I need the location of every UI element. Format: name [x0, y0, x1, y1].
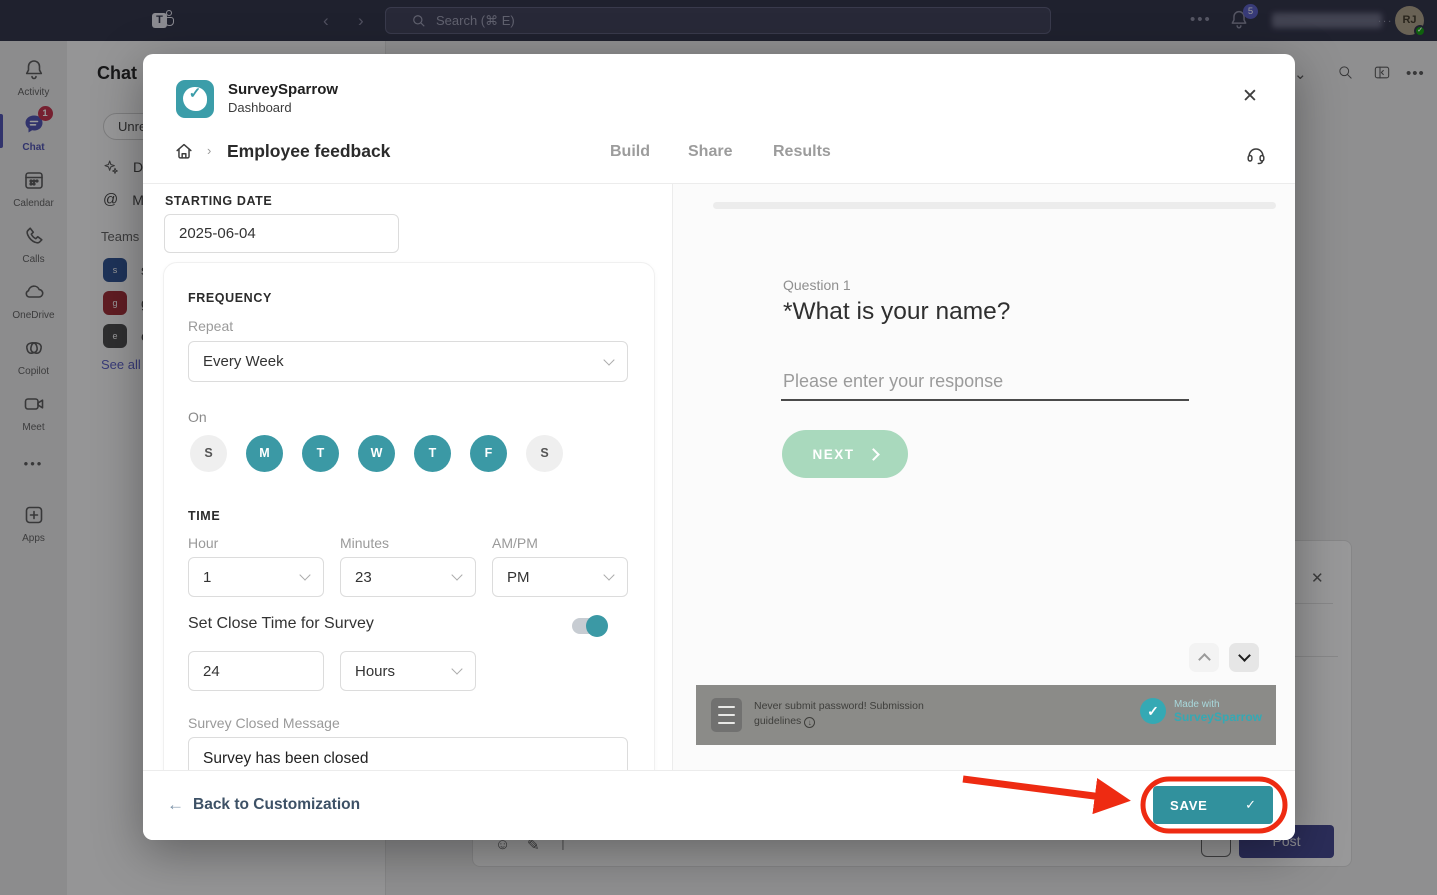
save-button[interactable]: SAVE ✓: [1153, 786, 1273, 824]
prev-question-button[interactable]: [1189, 643, 1219, 672]
made-with-branding[interactable]: ✓ Made with SurveySparrow: [1140, 698, 1262, 724]
chevron-down-icon: [603, 569, 614, 580]
duration-unit-select[interactable]: Hours: [340, 651, 476, 691]
day-thursday[interactable]: T: [414, 435, 451, 472]
back-to-customization-link[interactable]: ← Back to Customization: [167, 795, 360, 815]
chevron-up-icon: [1198, 653, 1211, 666]
question-text: *What is your name?: [783, 298, 1010, 326]
breadcrumb-chevron-icon: ›: [207, 143, 211, 158]
surveysparrow-bird-icon: ✓: [1140, 698, 1166, 724]
day-saturday[interactable]: S: [526, 435, 563, 472]
ampm-label: AM/PM: [492, 535, 538, 551]
chevron-down-icon: [299, 569, 310, 580]
surveysparrow-modal: ✓ SurveySparrow Dashboard ✕ › Employee f…: [143, 54, 1295, 840]
repeat-select[interactable]: Every Week: [188, 341, 628, 382]
info-icon: ↓: [804, 717, 815, 728]
chevron-down-icon: [451, 663, 462, 674]
time-label: TIME: [188, 509, 220, 523]
frequency-label: FREQUENCY: [188, 291, 272, 305]
home-icon[interactable]: [173, 140, 195, 162]
tab-build[interactable]: Build: [610, 143, 650, 161]
chevron-down-icon: [1238, 649, 1251, 662]
minutes-select[interactable]: 23: [340, 557, 476, 597]
day-wednesday[interactable]: W: [358, 435, 395, 472]
frequency-card: FREQUENCY Repeat Every Week On S M T W T…: [163, 262, 655, 770]
hour-select[interactable]: 1: [188, 557, 324, 597]
starting-date-input[interactable]: 2025-06-04: [164, 214, 399, 253]
duration-input[interactable]: 24: [188, 651, 324, 691]
surveysparrow-logo-icon: ✓: [176, 80, 214, 118]
tab-results[interactable]: Results: [773, 143, 831, 161]
survey-progress-bar: [713, 202, 1276, 209]
response-underline: [781, 399, 1189, 401]
app-name: SurveySparrow: [228, 81, 338, 98]
on-label: On: [188, 409, 207, 425]
support-headset-icon[interactable]: [1245, 144, 1267, 166]
question-number: Question 1: [783, 277, 851, 293]
starting-date-label: STARTING DATE: [165, 194, 272, 208]
check-icon: ✓: [1245, 797, 1256, 813]
hour-label: Hour: [188, 535, 218, 551]
day-sunday[interactable]: S: [190, 435, 227, 472]
schedule-settings-panel: STARTING DATE 2025-06-04 FREQUENCY Repea…: [143, 184, 672, 770]
ampm-select[interactable]: PM: [492, 557, 628, 597]
next-question-button[interactable]: [1229, 643, 1259, 672]
preview-footer-banner: Never submit password! Submission guidel…: [696, 685, 1276, 745]
arrow-left-icon: ←: [167, 795, 184, 815]
chevron-right-icon: [867, 448, 880, 461]
survey-preview-panel: Question 1 *What is your name? Please en…: [672, 184, 1295, 770]
day-friday[interactable]: F: [470, 435, 507, 472]
close-time-toggle[interactable]: [572, 618, 606, 634]
closed-message-input[interactable]: Survey has been closed: [188, 737, 628, 770]
next-button[interactable]: NEXT: [782, 430, 908, 478]
day-tuesday[interactable]: T: [302, 435, 339, 472]
closed-message-label: Survey Closed Message: [188, 715, 340, 731]
minutes-label: Minutes: [340, 535, 389, 551]
response-input[interactable]: Please enter your response: [783, 371, 1003, 392]
app-subtitle: Dashboard: [228, 100, 292, 115]
repeat-label: Repeat: [188, 318, 233, 334]
submission-guidelines-text[interactable]: Never submit password! Submission guidel…: [754, 699, 924, 729]
modal-footer: ← Back to Customization SAVE ✓: [143, 770, 1295, 840]
close-time-label: Set Close Time for Survey: [188, 615, 374, 633]
tab-share[interactable]: Share: [688, 143, 732, 161]
modal-close-icon[interactable]: ✕: [1237, 84, 1263, 110]
chevron-down-icon: [603, 354, 614, 365]
day-monday[interactable]: M: [246, 435, 283, 472]
hamburger-menu-icon[interactable]: [711, 698, 742, 732]
chevron-down-icon: [451, 569, 462, 580]
breadcrumb: Employee feedback: [227, 141, 390, 162]
